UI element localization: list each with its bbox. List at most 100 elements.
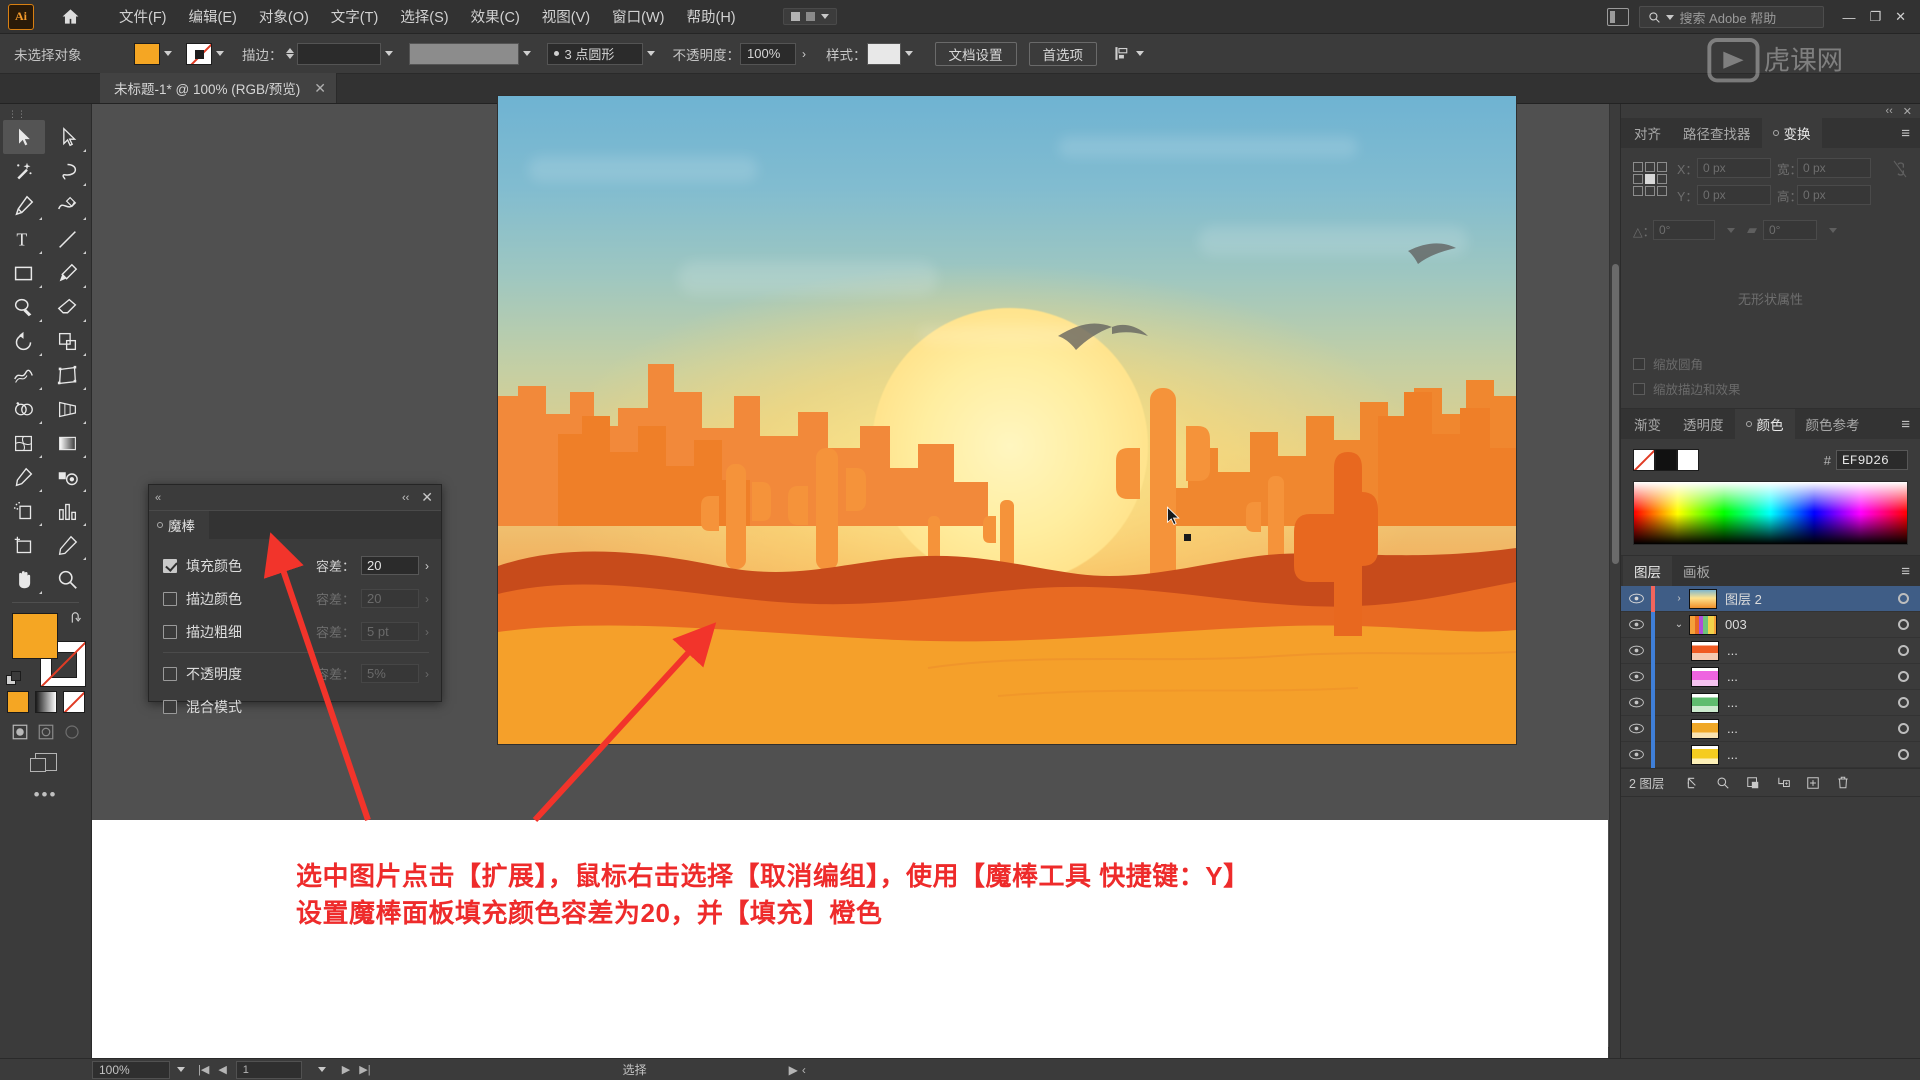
tab-color-guide[interactable]: 颜色参考 [1795, 409, 1871, 439]
layer-name[interactable]: ... [1727, 695, 1886, 710]
target-indicator[interactable] [1886, 671, 1920, 682]
search-layer-icon[interactable] [1708, 776, 1738, 790]
align-chevron-icon[interactable] [1132, 43, 1148, 65]
menu-item-select[interactable]: 选择(S) [389, 2, 459, 31]
draw-inside-icon[interactable] [63, 723, 81, 741]
menu-item-object[interactable]: 对象(O) [248, 2, 320, 31]
menu-item-edit[interactable]: 编辑(E) [178, 2, 248, 31]
fill-swatch[interactable] [134, 42, 160, 65]
layer-name[interactable]: 003 [1725, 617, 1886, 632]
paintbrush-tool[interactable] [47, 256, 89, 290]
refpoint-center[interactable] [1645, 174, 1655, 184]
stroke-tolerance-arrow-icon[interactable]: › [425, 592, 429, 606]
tab-artboards[interactable]: 画板 [1672, 556, 1721, 586]
color-panel-menu-icon[interactable]: ≡ [1891, 409, 1920, 439]
menu-item-window[interactable]: 窗口(W) [601, 2, 675, 31]
refpoint-tr[interactable] [1657, 162, 1667, 172]
zoom-tool[interactable] [47, 562, 89, 596]
visibility-icon[interactable] [1621, 723, 1651, 734]
menu-item-file[interactable]: 文件(F) [108, 2, 178, 31]
swap-fill-stroke-icon[interactable] [70, 611, 84, 625]
stroke-profile-field[interactable] [408, 42, 519, 65]
stroke-weight-checkbox[interactable] [163, 624, 177, 639]
default-fill-stroke-icon[interactable] [6, 671, 22, 687]
line-segment-tool[interactable] [47, 222, 89, 256]
perspective-grid-tool[interactable] [47, 392, 89, 426]
layer-name[interactable]: ... [1727, 721, 1886, 736]
constrain-proportions-icon[interactable] [1892, 158, 1908, 185]
reference-point-selector[interactable] [1633, 162, 1667, 196]
dock-header[interactable]: ‹‹ ✕ [1621, 104, 1920, 118]
refpoint-ml[interactable] [1633, 174, 1643, 184]
hex-value-input[interactable]: EF9D26 [1836, 450, 1908, 470]
document-tab[interactable]: 未标题-1* @ 100% (RGB/预览) ✕ [100, 73, 337, 103]
layer-name[interactable]: ... [1727, 747, 1886, 762]
magic-wand-panel[interactable]: « ‹‹ ✕ 魔棒 填充颜色 容差： 20 › 描边颜色 容差： 20 › 描边… [148, 484, 442, 715]
target-indicator[interactable] [1886, 723, 1920, 734]
free-transform-tool[interactable] [47, 358, 89, 392]
opacity-tolerance-arrow-icon[interactable]: › [425, 667, 429, 681]
column-graph-tool[interactable] [47, 494, 89, 528]
table-row[interactable]: ... [1621, 741, 1920, 768]
transform-w-input[interactable]: 0 px [1797, 158, 1871, 178]
maximize-button[interactable]: ❐ [1869, 9, 1881, 25]
weight-tolerance-input[interactable]: 5 pt [361, 622, 419, 641]
minimize-button[interactable]: — [1842, 10, 1855, 25]
panel-grip-icon[interactable]: « [155, 492, 161, 504]
status-collapse-icon[interactable]: ‹ [802, 1063, 806, 1077]
zoom-chevron-icon[interactable] [170, 1067, 192, 1072]
tab-transform[interactable]: 变换 [1761, 118, 1822, 148]
home-icon[interactable] [58, 5, 82, 29]
target-indicator[interactable] [1886, 645, 1920, 656]
style-chevron-icon[interactable] [901, 43, 917, 65]
more-tools-button[interactable]: ••• [0, 785, 91, 805]
shear-angle-input[interactable]: 0° [1763, 220, 1817, 240]
lasso-tool[interactable] [47, 154, 89, 188]
panel-collapse-icon[interactable]: ‹‹ [402, 492, 409, 504]
rotate-tool[interactable] [3, 324, 45, 358]
preferences-button[interactable]: 首选项 [1028, 41, 1097, 66]
target-indicator[interactable] [1886, 619, 1920, 630]
layer-name[interactable]: ... [1727, 643, 1886, 658]
scale-corners-checkbox[interactable] [1633, 357, 1645, 370]
layer-name[interactable]: 图层 2 [1725, 589, 1886, 608]
menu-item-effect[interactable]: 效果(C) [460, 2, 531, 31]
fill-color-checkbox[interactable] [163, 558, 177, 573]
tab-color[interactable]: 颜色 [1734, 409, 1795, 439]
mw-row-fill-color[interactable]: 填充颜色 容差： 20 › [163, 549, 429, 582]
next-artboard-button[interactable]: ▶ [342, 1063, 350, 1076]
twirl-icon[interactable]: ⌄ [1669, 619, 1689, 630]
artboard-chevron-icon[interactable] [311, 1067, 333, 1072]
make-clipping-mask-icon[interactable] [1738, 776, 1768, 790]
draw-behind-icon[interactable] [37, 723, 55, 741]
help-search-box[interactable]: 搜索 Adobe 帮助 [1639, 6, 1825, 28]
target-indicator[interactable] [1886, 593, 1920, 604]
tab-transparency[interactable]: 透明度 [1672, 409, 1735, 439]
table-row[interactable]: ... [1621, 637, 1920, 664]
delete-layer-icon[interactable] [1828, 775, 1858, 790]
tab-gradient[interactable]: 渐变 [1623, 409, 1672, 439]
style-swatch[interactable] [866, 42, 901, 65]
dock-collapse-icon[interactable]: ‹‹ [1885, 105, 1892, 117]
width-tool[interactable] [3, 358, 45, 392]
visibility-icon[interactable] [1621, 697, 1651, 708]
locate-object-icon[interactable] [1678, 776, 1708, 790]
mw-row-opacity[interactable]: 不透明度 容差： 5% › [163, 657, 429, 690]
stroke-profile-chevron-icon[interactable] [519, 43, 535, 65]
dock-close-icon[interactable]: ✕ [1903, 105, 1912, 118]
canvas-vertical-scrollbar[interactable] [1609, 104, 1620, 1058]
visibility-icon[interactable] [1621, 671, 1651, 682]
visibility-icon[interactable] [1621, 593, 1651, 604]
shear-chevron-icon[interactable] [1829, 227, 1837, 233]
magic-wand-tool[interactable] [3, 154, 45, 188]
tab-layers[interactable]: 图层 [1623, 556, 1672, 586]
scale-tool[interactable] [47, 324, 89, 358]
color-mode-solid[interactable] [6, 691, 29, 713]
stroke-color-control[interactable] [186, 42, 228, 65]
fill-tolerance-arrow-icon[interactable]: › [425, 559, 429, 573]
transform-panel-menu-icon[interactable]: ≡ [1891, 118, 1920, 148]
stroke-tolerance-input[interactable]: 20 [361, 589, 419, 608]
pen-tool[interactable] [3, 188, 45, 222]
artboard-number-input[interactable]: 1 [235, 1060, 302, 1079]
stroke-chevron-icon[interactable] [212, 43, 228, 65]
